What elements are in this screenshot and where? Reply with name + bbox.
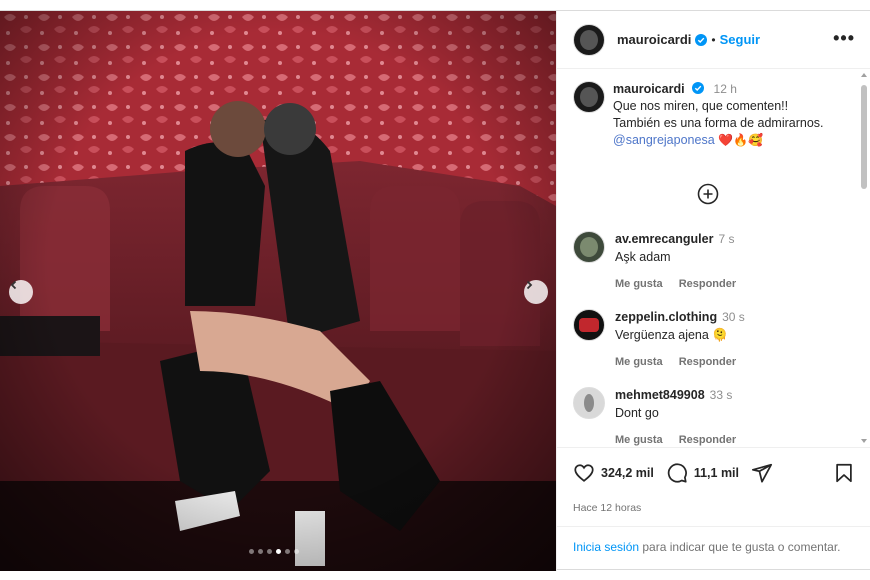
comment-item: av.emrecanguler 7 s Aşk adam Me gusta Resp… bbox=[573, 231, 853, 293]
comment-avatar[interactable] bbox=[573, 387, 605, 419]
comment-text: Aşk adam bbox=[615, 250, 671, 264]
comment-like-button[interactable]: Me gusta bbox=[615, 432, 663, 447]
add-comment-icon[interactable] bbox=[697, 183, 719, 205]
comment-username[interactable]: zeppelin.clothing bbox=[615, 310, 717, 324]
avatar[interactable] bbox=[573, 23, 605, 56]
comment-icon[interactable] bbox=[666, 462, 688, 484]
caption-line-1: Que nos miren, que comenten!! bbox=[613, 99, 789, 113]
comment-item: zeppelin.clothing 30 s Vergüenza ajena 🫠 … bbox=[573, 309, 853, 371]
scroll-down-icon[interactable] bbox=[860, 437, 868, 445]
previous-photo-button[interactable] bbox=[9, 280, 33, 304]
post-dialog: mauroicardi • Seguir ••• mauroicardi 12 … bbox=[0, 10, 870, 571]
carousel-indicator bbox=[249, 549, 299, 554]
login-link[interactable]: Inicia sesión bbox=[573, 540, 639, 554]
comment-like-button[interactable]: Me gusta bbox=[615, 354, 663, 371]
post-time-ago[interactable]: Hace 12 horas bbox=[573, 502, 641, 514]
more-options-icon[interactable]: ••• bbox=[833, 29, 855, 47]
carousel-dot bbox=[249, 549, 254, 554]
verified-badge-icon bbox=[695, 33, 708, 46]
carousel-dot bbox=[276, 549, 281, 554]
caption-mention-link[interactable]: @sangrejaponesa bbox=[613, 133, 715, 147]
bookmark-icon[interactable] bbox=[833, 462, 855, 484]
comments-scroll-area[interactable]: mauroicardi 12 h Que nos miren, que come… bbox=[557, 69, 870, 447]
post-header: mauroicardi • Seguir ••• bbox=[557, 11, 870, 69]
post-actions: 324,2 mil 11,1 mil Hace 12 horas Inicia … bbox=[557, 447, 870, 571]
post-caption: mauroicardi 12 h Que nos miren, que come… bbox=[573, 81, 853, 149]
comment-time[interactable]: 7 s bbox=[718, 232, 734, 246]
login-prompt-text: para indicar que te gusta o comentar. bbox=[639, 540, 841, 554]
share-icon[interactable] bbox=[751, 462, 773, 484]
caption-line-2: También es una forma de admirarnos. bbox=[613, 116, 824, 130]
carousel-dot bbox=[258, 549, 263, 554]
scroll-up-icon[interactable] bbox=[860, 71, 868, 79]
photo-illustration bbox=[0, 11, 556, 571]
verified-badge-icon bbox=[692, 82, 705, 94]
login-prompt: Inicia sesión para indicar que te gusta … bbox=[557, 526, 870, 556]
scrollbar-thumb[interactable] bbox=[861, 85, 867, 189]
carousel-dot bbox=[267, 549, 272, 554]
caption-avatar[interactable] bbox=[573, 81, 605, 113]
caption-username[interactable]: mauroicardi bbox=[613, 82, 685, 96]
comments-scrollbar[interactable] bbox=[860, 69, 868, 447]
likes-count[interactable]: 324,2 mil bbox=[601, 466, 654, 480]
comment-avatar[interactable] bbox=[573, 309, 605, 341]
comment-reply-button[interactable]: Responder bbox=[679, 276, 736, 293]
next-photo-button[interactable] bbox=[524, 280, 548, 304]
comment-username[interactable]: mehmet849908 bbox=[615, 388, 705, 402]
comment-text: Vergüenza ajena 🫠 bbox=[615, 328, 728, 342]
comment-text: Dont go bbox=[615, 406, 659, 420]
heart-icon[interactable] bbox=[573, 462, 595, 484]
comment-reply-button[interactable]: Responder bbox=[679, 432, 736, 447]
header-separator: • bbox=[711, 32, 716, 47]
comment-time[interactable]: 33 s bbox=[710, 388, 733, 402]
comment-avatar[interactable] bbox=[573, 231, 605, 263]
carousel-dot bbox=[285, 549, 290, 554]
caption-emojis: ❤️🔥🥰 bbox=[718, 133, 763, 147]
comment-item: mehmet849908 33 s Dont go Me gusta Respond… bbox=[573, 387, 853, 447]
follow-button[interactable]: Seguir bbox=[720, 32, 760, 47]
post-details-panel: mauroicardi • Seguir ••• mauroicardi 12 … bbox=[556, 11, 870, 571]
post-photo[interactable] bbox=[0, 11, 556, 571]
post-author-username[interactable]: mauroicardi bbox=[617, 32, 691, 47]
comment-like-button[interactable]: Me gusta bbox=[615, 276, 663, 293]
chevron-left-icon bbox=[10, 280, 17, 290]
caption-time[interactable]: 12 h bbox=[714, 82, 737, 96]
comment-time[interactable]: 30 s bbox=[722, 310, 745, 324]
chevron-right-icon bbox=[526, 280, 533, 290]
comment-username[interactable]: av.emrecanguler bbox=[615, 232, 713, 246]
comments-count[interactable]: 11,1 mil bbox=[694, 466, 739, 480]
carousel-dot bbox=[294, 549, 299, 554]
comment-reply-button[interactable]: Responder bbox=[679, 354, 736, 371]
